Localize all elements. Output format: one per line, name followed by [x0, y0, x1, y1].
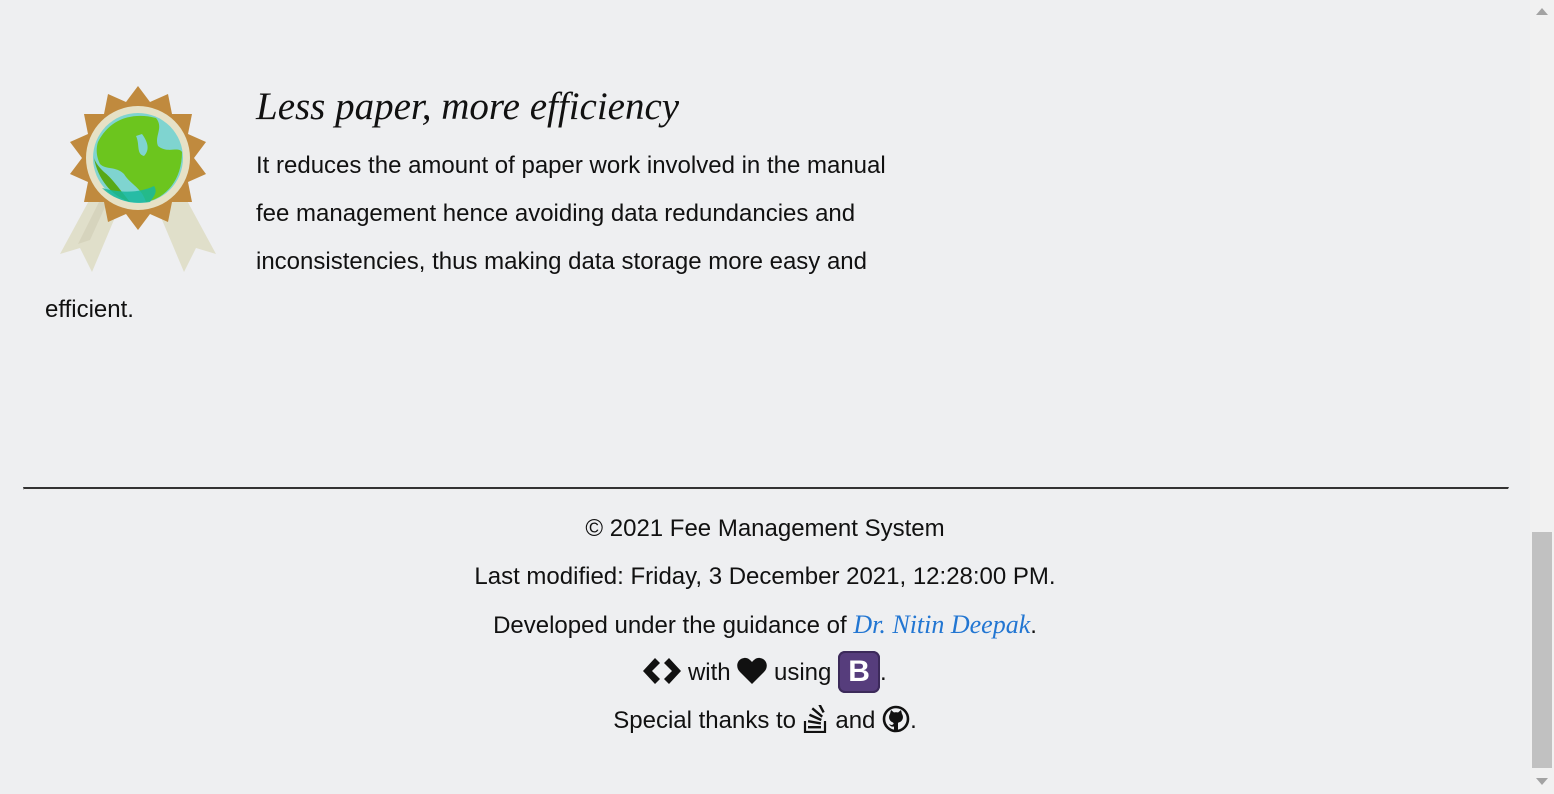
thanks-prefix: Special thanks to	[613, 707, 797, 734]
special-thanks-line: Special thanks to and .	[0, 697, 1530, 745]
feature-section: Less paper, more efficiency It reduces t…	[0, 0, 1530, 470]
feature-description-line: It reduces the amount of paper work invo…	[256, 152, 886, 179]
feature-description-line: inconsistencies, thus making data storag…	[256, 248, 868, 275]
guidance-line: Developed under the guidance of Dr. Niti…	[0, 601, 1530, 649]
page: Less paper, more efficiency It reduces t…	[0, 0, 1554, 794]
feature-title: Less paper, more efficiency	[256, 85, 680, 128]
vertical-scrollbar[interactable]	[1530, 0, 1554, 794]
heart-icon	[737, 657, 768, 684]
guidance-prefix: Developed under the guidance of	[493, 612, 854, 639]
guidance-suffix: .	[1030, 612, 1037, 639]
thanks-suffix: .	[910, 707, 917, 734]
built-suffix: .	[880, 659, 887, 686]
last-modified-text: Last modified: Friday, 3 December 2021, …	[474, 563, 1056, 590]
stack-overflow-icon	[803, 704, 826, 733]
footer: © 2021 Fee Management System Last modifi…	[0, 505, 1530, 745]
copyright-text: © 2021 Fee Management System	[585, 515, 945, 542]
bootstrap-icon: B	[838, 650, 881, 693]
github-icon	[882, 705, 910, 732]
built-using-text: using	[773, 659, 832, 686]
thanks-and: and	[835, 707, 876, 734]
footer-divider	[23, 487, 1509, 490]
code-icon	[643, 657, 682, 684]
built-with-line: with using B.	[0, 649, 1530, 697]
feature-description: It reduces the amount of paper work invo…	[256, 142, 956, 286]
scroll-up-arrow-icon[interactable]	[1536, 8, 1548, 15]
award-badge-globe-icon	[60, 86, 216, 272]
guide-link[interactable]: Dr. Nitin Deepak	[853, 610, 1030, 639]
feature-description-tail: efficient.	[45, 296, 134, 323]
scroll-down-arrow-icon[interactable]	[1536, 778, 1548, 785]
scrollbar-thumb[interactable]	[1532, 532, 1552, 768]
feature-description-line: fee management hence avoiding data redun…	[256, 200, 856, 227]
built-with-text: with	[687, 659, 731, 686]
